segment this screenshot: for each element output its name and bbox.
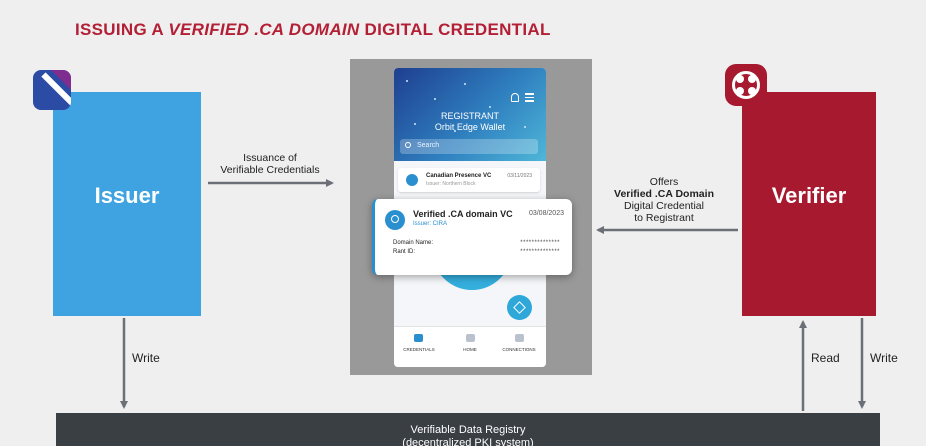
flow-arrows — [120, 179, 866, 411]
